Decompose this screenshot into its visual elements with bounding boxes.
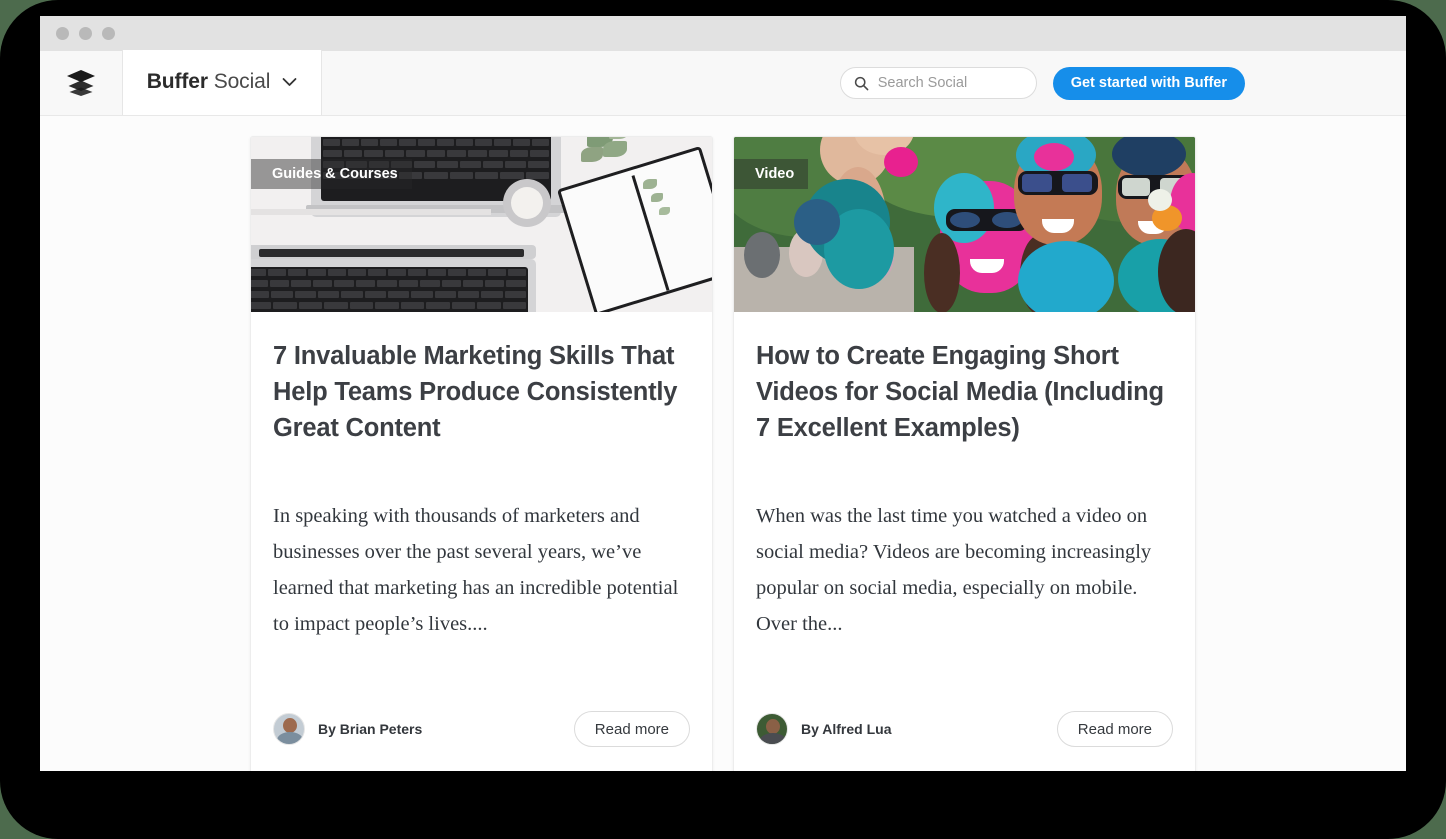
article-thumbnail-holi: Video bbox=[734, 137, 1195, 312]
article-footer: By Alfred Lua Read more bbox=[734, 711, 1195, 771]
search-icon bbox=[854, 76, 869, 90]
main-content: Guides & Courses 7 Invaluable Marketing … bbox=[40, 116, 1406, 771]
article-body: How to Create Engaging Short Videos for … bbox=[734, 312, 1195, 711]
search-box[interactable] bbox=[839, 67, 1037, 99]
read-more-button[interactable]: Read more bbox=[1056, 711, 1173, 747]
article-thumbnail-desk: Guides & Courses bbox=[251, 137, 712, 312]
browser-titlebar bbox=[40, 16, 1406, 51]
search-input[interactable] bbox=[877, 75, 1023, 91]
site-header: Buffer Social Get started with Buffer bbox=[40, 50, 1406, 116]
buffer-layers-icon bbox=[67, 70, 95, 96]
browser-window: Buffer Social Get started with Buffer bbox=[40, 16, 1406, 771]
brand-label: Buffer Social bbox=[147, 70, 271, 94]
read-more-button[interactable]: Read more bbox=[573, 711, 690, 747]
article-author[interactable]: By Brian Peters bbox=[273, 713, 422, 745]
category-badge[interactable]: Video bbox=[734, 159, 809, 189]
article-footer: By Brian Peters Read more bbox=[251, 711, 712, 771]
get-started-button[interactable]: Get started with Buffer bbox=[1052, 66, 1245, 100]
window-close-button[interactable] bbox=[56, 27, 69, 40]
article-title[interactable]: 7 Invaluable Marketing Skills That Help … bbox=[273, 338, 690, 446]
article-author[interactable]: By Alfred Lua bbox=[756, 713, 892, 745]
avatar bbox=[756, 713, 788, 745]
article-card[interactable]: Guides & Courses 7 Invaluable Marketing … bbox=[250, 136, 713, 771]
article-title[interactable]: How to Create Engaging Short Videos for … bbox=[756, 338, 1173, 446]
chevron-down-icon bbox=[282, 77, 297, 86]
author-name: By Brian Peters bbox=[318, 721, 423, 737]
buffer-logo-link[interactable] bbox=[40, 51, 122, 115]
article-excerpt: In speaking with thousands of marketers … bbox=[273, 505, 679, 635]
brand-dropdown[interactable]: Buffer Social bbox=[122, 50, 322, 115]
article-card[interactable]: Video How to Create Engaging Short Video… bbox=[733, 136, 1196, 771]
avatar bbox=[273, 713, 305, 745]
window-maximize-button[interactable] bbox=[102, 27, 115, 40]
article-card-grid: Guides & Courses 7 Invaluable Marketing … bbox=[40, 136, 1406, 771]
brand-bold-text: Buffer bbox=[146, 69, 208, 93]
author-name: By Alfred Lua bbox=[801, 721, 892, 737]
window-minimize-button[interactable] bbox=[79, 27, 92, 40]
header-actions: Get started with Buffer bbox=[322, 51, 1406, 115]
brand-light-text: Social bbox=[213, 69, 271, 93]
category-badge[interactable]: Guides & Courses bbox=[251, 159, 412, 189]
article-excerpt: When was the last time you watched a vid… bbox=[756, 505, 1152, 635]
article-body: 7 Invaluable Marketing Skills That Help … bbox=[251, 312, 712, 711]
